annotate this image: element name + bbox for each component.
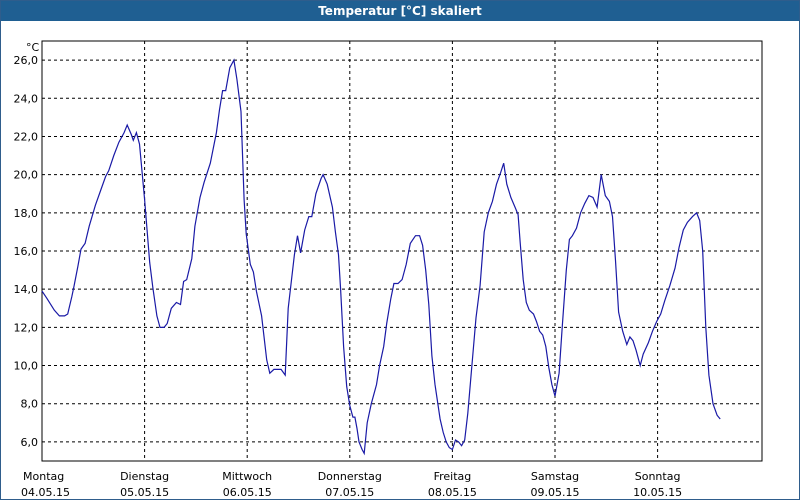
y-axis-ticks: 26,0 24,0 22,0 20,0 18,0 16,0 14,0 12,0 10,0 8,0 6… bbox=[14, 54, 39, 449]
y-tick-label: 16,0 bbox=[14, 245, 39, 258]
x-tick-day-label: Dienstag bbox=[120, 470, 169, 483]
y-tick-label: 12,0 bbox=[14, 321, 39, 334]
x-tick-date-label: 10.05.15 bbox=[633, 486, 682, 499]
x-tick-date-label: 06.05.15 bbox=[223, 486, 272, 499]
y-tick-label: 18,0 bbox=[14, 207, 39, 220]
x-tick-date-label: 04.05.15 bbox=[21, 486, 70, 499]
temperature-chart: 26,0 24,0 22,0 20,0 18,0 16,0 14,0 12,0 10,0 8,0 6… bbox=[14, 40, 763, 499]
y-tick-label: 24,0 bbox=[14, 92, 39, 105]
y-tick-label: 22,0 bbox=[14, 130, 39, 143]
x-tick-date-label: 05.05.15 bbox=[120, 486, 169, 499]
x-tick-day-label: Donnerstag bbox=[318, 470, 382, 483]
x-tick-day-label: Mittwoch bbox=[222, 470, 272, 483]
y-tick-label: 26,0 bbox=[14, 54, 39, 67]
x-tick-day-label: Sonntag bbox=[635, 470, 681, 483]
x-axis-ticks: Montag 04.05.15 Dienstag 05.05.15 Mittwoch 06… bbox=[21, 470, 682, 499]
x-tick-day-label: Samstag bbox=[531, 470, 579, 483]
x-tick-date-label: 09.05.15 bbox=[531, 486, 580, 499]
x-tick-day-label: Freitag bbox=[434, 470, 472, 483]
y-tick-label: 8,0 bbox=[21, 398, 39, 411]
x-tick-date-label: 07.05.15 bbox=[325, 486, 374, 499]
y-tick-label: 14,0 bbox=[14, 283, 39, 296]
x-tick-date-label: 08.05.15 bbox=[428, 486, 477, 499]
chart-window: Temperatur [°C] skaliert 26,0 24,0 22,0 20,… bbox=[0, 0, 800, 500]
x-tick-day-label: Montag bbox=[23, 470, 64, 483]
y-tick-label: 20,0 bbox=[14, 169, 39, 182]
y-tick-label: 10,0 bbox=[14, 360, 39, 373]
y-axis-unit-label: °C bbox=[26, 41, 40, 54]
y-tick-label: 6,0 bbox=[21, 436, 39, 449]
